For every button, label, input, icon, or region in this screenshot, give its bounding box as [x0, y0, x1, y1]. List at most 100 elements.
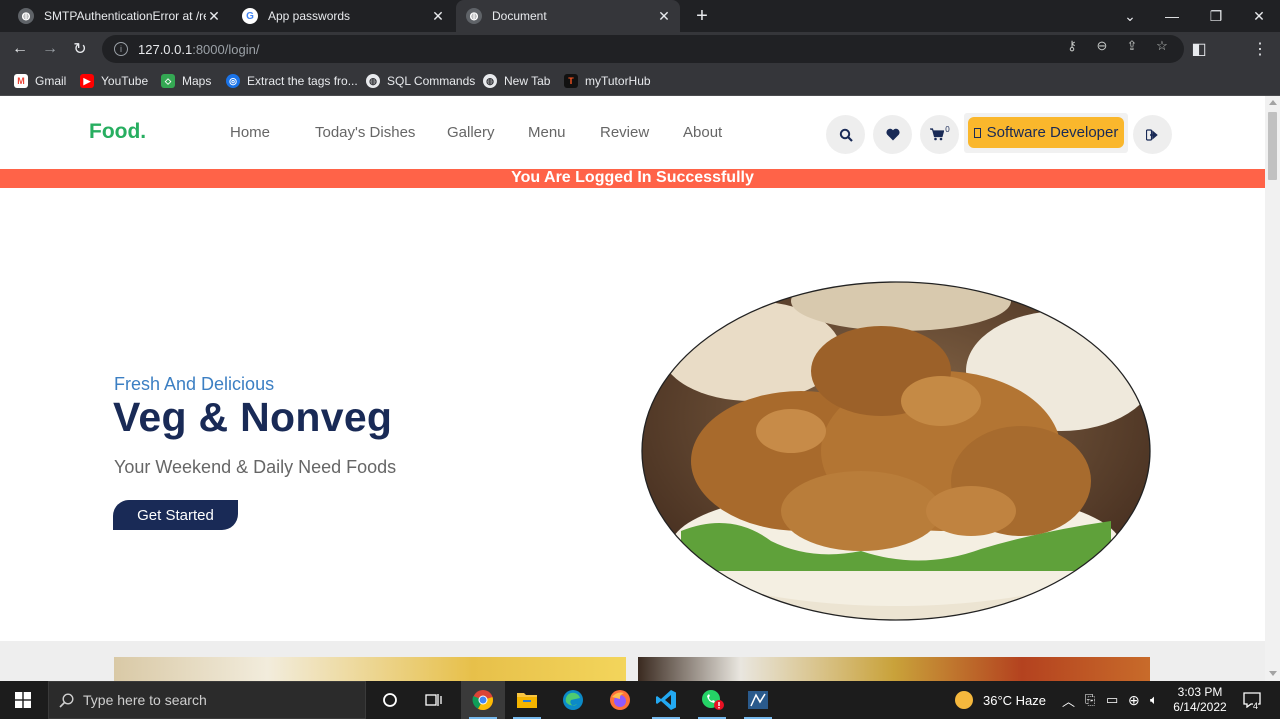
zoom-icon[interactable]: ⊖ [1094, 38, 1110, 54]
chevron-up-icon: ︿ [1062, 693, 1076, 709]
nav-home[interactable]: Home [230, 124, 270, 141]
tab-document[interactable]: ◍ Document ✕ [456, 0, 680, 32]
nav-todays-dishes[interactable]: Today's Dishes [315, 124, 415, 141]
search-icon [59, 693, 74, 708]
clock[interactable]: 3:03 PM 6/14/2022 [1172, 681, 1228, 719]
edge-icon [563, 690, 583, 710]
url-host: 127.0.0.1 [138, 41, 193, 57]
cart-button[interactable]: 0 [920, 115, 959, 154]
volume-icon[interactable]: 🔈︎ [1150, 681, 1158, 719]
google-icon: G [242, 8, 258, 24]
taskbar-search-box[interactable]: Type here to search [48, 681, 366, 719]
bookmark-gmail[interactable]: M Gmail [14, 72, 66, 90]
workbench-icon [748, 691, 768, 709]
cortana-button[interactable] [368, 681, 412, 719]
whatsapp-icon [702, 690, 724, 710]
site-info-icon[interactable]: i [114, 42, 128, 56]
key-icon[interactable]: ⚷ [1064, 38, 1080, 54]
tab-smtp-error[interactable]: ◍ SMTPAuthenticationError at /reg ✕ [8, 0, 230, 32]
tab-search-icon[interactable]: ⌄ [1108, 0, 1152, 32]
side-panel-icon[interactable]: ◧ [1187, 37, 1211, 61]
restore-button[interactable]: ❐ [1194, 0, 1238, 32]
close-icon[interactable]: ✕ [206, 8, 222, 25]
bookmark-youtube[interactable]: ▶ YouTube [80, 72, 148, 90]
profile-label: Software Developer [986, 124, 1119, 141]
globe-icon: ◍ [18, 8, 34, 24]
tab-app-passwords[interactable]: G App passwords ✕ [232, 0, 454, 32]
close-window-button[interactable]: ✕ [1237, 0, 1280, 32]
globe-icon: ◍ [466, 8, 482, 24]
wishlist-button[interactable] [873, 115, 912, 154]
bookmark-mytutorhub[interactable]: T myTutorHub [564, 72, 651, 90]
nav-review[interactable]: Review [600, 124, 649, 141]
bookmark-extract-tags[interactable]: ◎ Extract the tags fro... [226, 72, 358, 90]
notification-center-button[interactable]: 4 [1240, 681, 1264, 719]
show-hidden-icons-button[interactable]: ︿ [1062, 681, 1075, 719]
bookmarks-bar: M Gmail ▶ YouTube ⬦ Maps ◎ Extract the t… [0, 66, 1280, 96]
battery-icon[interactable]: ▭ [1106, 681, 1118, 719]
nav-about[interactable]: About [683, 124, 722, 141]
dish-card-image [114, 657, 626, 681]
taskbar-edge[interactable] [551, 681, 595, 719]
scroll-up-icon[interactable] [1269, 100, 1277, 105]
chrome-icon [472, 690, 493, 711]
taskbar-whatsapp[interactable] [690, 681, 734, 719]
meet-now-icon[interactable]: ⎘ [1085, 681, 1095, 719]
back-icon[interactable]: ← [8, 37, 32, 61]
page-scrollbar[interactable] [1265, 96, 1280, 681]
taskbar-chrome[interactable] [461, 681, 505, 719]
search-placeholder: Type here to search [83, 692, 207, 708]
task-view-button[interactable] [412, 681, 456, 719]
search-button[interactable] [826, 115, 865, 154]
taskbar-file-explorer[interactable] [505, 681, 549, 719]
taskbar-vscode[interactable] [644, 681, 688, 719]
cart-count: 0 [945, 125, 950, 134]
bookmark-sql-commands[interactable]: ◍ SQL Commands [366, 72, 475, 90]
browser-tab-strip: ◍ SMTPAuthenticationError at /reg ✕ G Ap… [0, 0, 1280, 32]
start-button[interactable] [0, 681, 46, 719]
dishes-section [0, 641, 1265, 681]
nav-gallery[interactable]: Gallery [447, 124, 495, 141]
tab-title: SMTPAuthenticationError at /reg [44, 9, 206, 23]
cortana-icon [383, 693, 397, 707]
task-view-icon [425, 694, 442, 706]
scrollbar-thumb[interactable] [1268, 112, 1277, 180]
heart-icon [885, 128, 900, 141]
profile-button[interactable]: Software Developer [964, 113, 1128, 153]
reload-icon[interactable]: ↻ [68, 37, 92, 61]
new-tab-button[interactable]: + [690, 4, 714, 28]
windows-logo-icon [15, 692, 31, 708]
taskbar-mysql-workbench[interactable] [736, 681, 780, 719]
address-bar[interactable]: i 127.0.0.1:8000/login/ [102, 35, 1184, 63]
bookmark-star-icon[interactable]: ☆ [1154, 38, 1170, 54]
windows-taskbar: Type here to search 36°C Haze ︿ ⎘ ▭ ⊕ 🔈︎… [0, 681, 1280, 719]
close-icon[interactable]: ✕ [430, 8, 446, 25]
globe-icon: ◍ [366, 74, 380, 88]
weather-text: 36°C Haze [983, 692, 1047, 708]
scroll-down-icon[interactable] [1269, 671, 1277, 676]
folder-icon [517, 693, 537, 708]
network-icon[interactable]: ⊕ [1128, 681, 1140, 719]
forward-icon[interactable]: → [38, 37, 62, 61]
notification-count: 4 [1253, 701, 1259, 711]
bookmark-maps[interactable]: ⬦ Maps [161, 72, 211, 90]
browser-toolbar: ← → ↻ i 127.0.0.1:8000/login/ ⚷ ⊖ ⇪ ☆ ◧ … [0, 32, 1280, 90]
hero-subtitle: Fresh And Delicious [114, 374, 275, 394]
fried-chicken-image [641, 281, 1151, 621]
user-icon [973, 127, 981, 138]
nav-menu[interactable]: Menu [528, 124, 566, 141]
share-icon[interactable]: ⇪ [1124, 38, 1140, 54]
hero-text: Your Weekend & Daily Need Foods [114, 457, 397, 477]
menu-kebab-icon[interactable]: ⋮ [1248, 37, 1272, 61]
bookmark-new-tab[interactable]: ◍ New Tab [483, 72, 550, 90]
site-logo[interactable]: Food. [89, 120, 146, 144]
tab-title: Document [492, 9, 547, 23]
get-started-button[interactable]: Get Started [113, 500, 238, 530]
taskbar-firefox[interactable] [598, 681, 642, 719]
logout-button[interactable] [1133, 115, 1172, 154]
close-icon[interactable]: ✕ [656, 8, 672, 25]
cart-icon [930, 128, 945, 141]
minimize-button[interactable]: — [1150, 0, 1194, 32]
weather-widget[interactable]: 36°C Haze [955, 681, 1046, 719]
globe-icon: ◎ [226, 74, 240, 88]
